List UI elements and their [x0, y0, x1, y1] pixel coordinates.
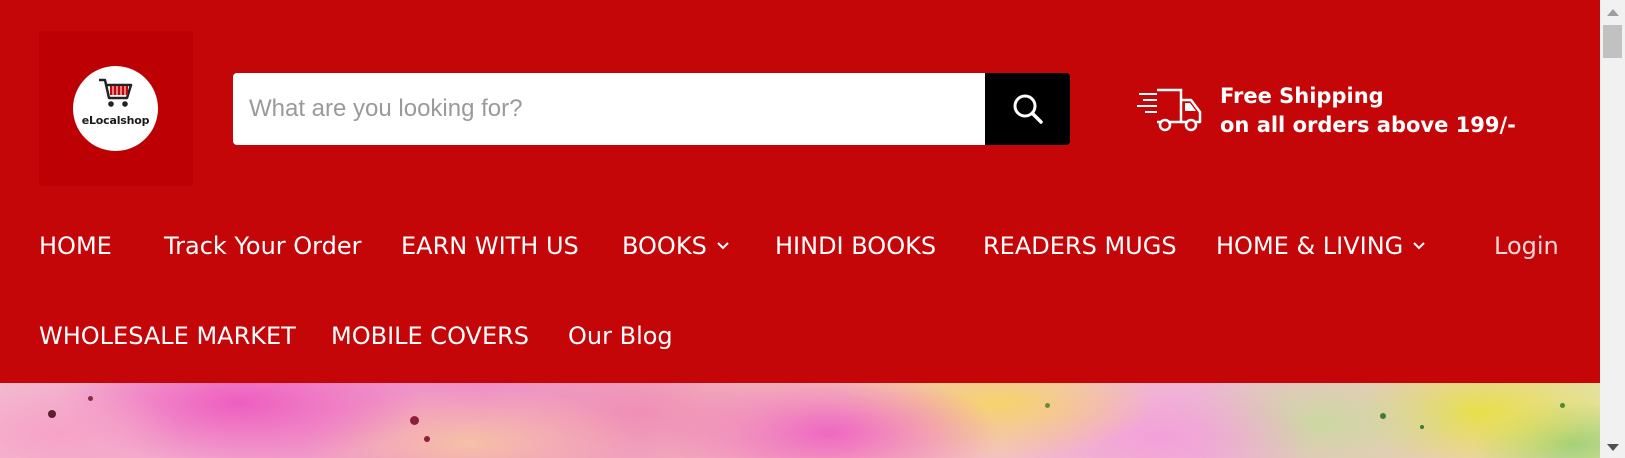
paint-speck: [88, 396, 93, 401]
nav-item-home-living[interactable]: HOME & LIVING: [1216, 232, 1425, 260]
nav-item-label: WHOLESALE MARKET: [39, 322, 296, 350]
nav-item-earn-with-us[interactable]: EARN WITH US: [401, 232, 579, 260]
truck-icon: [1137, 88, 1202, 132]
chevron-down-icon: [717, 242, 729, 250]
scroll-down-arrow-icon[interactable]: [1607, 444, 1619, 451]
login-link[interactable]: Login: [1494, 232, 1559, 260]
paint-speck: [48, 410, 56, 418]
shipping-text: Free Shipping on all orders above 199/-: [1220, 82, 1516, 140]
hero-banner-image: [0, 383, 1600, 458]
nav-item-books[interactable]: BOOKS: [622, 232, 729, 260]
nav-item-home[interactable]: HOME: [39, 232, 112, 260]
paint-speck: [424, 436, 430, 442]
nav-item-label: EARN WITH US: [401, 232, 579, 260]
site-header: eLocalshop What are you looking for? Fre…: [0, 0, 1600, 383]
logo-text: eLocalshop: [81, 114, 150, 127]
paint-speck: [1560, 403, 1565, 408]
scroll-thumb[interactable]: [1603, 25, 1622, 58]
paint-speck: [1380, 413, 1386, 419]
page: eLocalshop What are you looking for? Fre…: [0, 0, 1625, 458]
nav-item-label: HOME & LIVING: [1216, 232, 1404, 260]
paint-speck: [1045, 403, 1050, 408]
login-label: Login: [1494, 232, 1559, 260]
site-logo[interactable]: eLocalshop: [39, 31, 193, 186]
nav-item-readers-mugs[interactable]: READERS MUGS: [983, 232, 1177, 260]
cart-icon: [99, 78, 133, 107]
search-form: [233, 73, 1070, 145]
paint-speck: [1420, 425, 1424, 429]
nav-item-label: Our Blog: [568, 322, 673, 350]
nav-item-label: HOME: [39, 232, 112, 260]
scroll-up-arrow-icon[interactable]: [1607, 9, 1619, 16]
search-button[interactable]: [985, 73, 1070, 145]
logo-badge: eLocalshop: [73, 66, 158, 151]
nav-item-wholesale-market[interactable]: WHOLESALE MARKET: [39, 322, 296, 350]
shipping-subtitle: on all orders above 199/-: [1220, 113, 1516, 137]
nav-item-track-order[interactable]: Track Your Order: [164, 232, 362, 260]
shipping-title: Free Shipping: [1220, 84, 1384, 108]
free-shipping-banner: Free Shipping on all orders above 199/-: [1137, 82, 1516, 140]
chevron-down-icon: [1413, 242, 1425, 250]
nav-item-our-blog[interactable]: Our Blog: [568, 322, 673, 350]
vertical-scrollbar[interactable]: [1600, 0, 1625, 458]
search-input[interactable]: [233, 73, 985, 145]
nav-item-hindi-books[interactable]: HINDI BOOKS: [775, 232, 936, 260]
paint-speck: [410, 416, 419, 425]
nav-item-label: MOBILE COVERS: [331, 322, 530, 350]
nav-item-label: HINDI BOOKS: [775, 232, 937, 260]
nav-item-label: BOOKS: [622, 232, 707, 260]
nav-item-label: READERS MUGS: [983, 232, 1177, 260]
nav-item-label: Track Your Order: [164, 232, 362, 260]
nav-item-mobile-covers[interactable]: MOBILE COVERS: [331, 322, 529, 350]
search-icon: [1013, 94, 1043, 124]
